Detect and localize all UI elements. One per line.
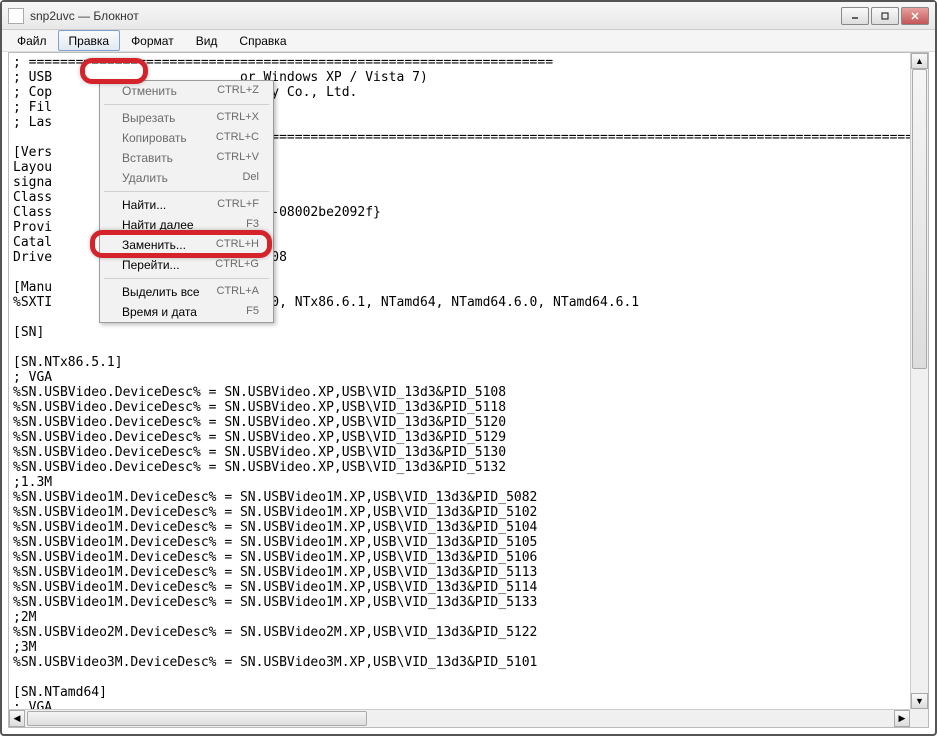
- dropdown-label: Найти далее: [122, 218, 194, 232]
- window-title: snp2uvc — Блокнот: [30, 9, 841, 23]
- dropdown-label: Отменить: [122, 84, 177, 98]
- dropdown-item: Удалить Del: [100, 168, 273, 188]
- maximize-button[interactable]: [871, 7, 899, 25]
- dropdown-item: Отменить CTRL+Z: [100, 81, 273, 101]
- dropdown-shortcut: CTRL+G: [215, 258, 259, 272]
- scroll-left-icon[interactable]: ◀: [9, 710, 25, 727]
- dropdown-item[interactable]: Перейти... CTRL+G: [100, 255, 273, 275]
- dropdown-shortcut: CTRL+C: [216, 131, 259, 145]
- dropdown-shortcut: Del: [242, 171, 259, 185]
- vscroll-thumb[interactable]: [912, 69, 927, 369]
- vscroll-track[interactable]: [911, 69, 928, 693]
- dropdown-item[interactable]: Выделить все CTRL+A: [100, 282, 273, 302]
- dropdown-shortcut: CTRL+A: [217, 285, 260, 299]
- dropdown-item[interactable]: Найти далее F3: [100, 215, 273, 235]
- scroll-corner: [910, 709, 928, 727]
- menu-format[interactable]: Формат: [120, 30, 185, 51]
- hscroll-thumb[interactable]: [27, 711, 367, 726]
- scroll-up-icon[interactable]: ▲: [911, 53, 928, 69]
- dropdown-shortcut: CTRL+X: [217, 111, 260, 125]
- edit-dropdown-menu: Отменить CTRL+Z Вырезать CTRL+X Копировать CT…: [99, 80, 274, 323]
- titlebar: snp2uvc — Блокнот: [2, 2, 935, 30]
- menu-help[interactable]: Справка: [228, 30, 297, 51]
- dropdown-shortcut: CTRL+F: [217, 198, 259, 212]
- dropdown-item[interactable]: Время и дата F5: [100, 302, 273, 322]
- dropdown-shortcut: CTRL+Z: [217, 84, 259, 98]
- dropdown-label: Перейти...: [122, 258, 180, 272]
- dropdown-label: Вырезать: [122, 111, 175, 125]
- dropdown-label: Выделить все: [122, 285, 200, 299]
- dropdown-item: Вырезать CTRL+X: [100, 108, 273, 128]
- scroll-right-icon[interactable]: ▶: [894, 710, 910, 727]
- window-controls: [841, 7, 929, 25]
- dropdown-item: Копировать CTRL+C: [100, 128, 273, 148]
- dropdown-label: Вставить: [122, 151, 173, 165]
- notepad-icon: [8, 8, 24, 24]
- dropdown-shortcut: F3: [246, 218, 259, 232]
- dropdown-item: Вставить CTRL+V: [100, 148, 273, 168]
- dropdown-shortcut: CTRL+H: [216, 238, 259, 252]
- dropdown-label: Копировать: [122, 131, 187, 145]
- menu-view[interactable]: Вид: [185, 30, 229, 51]
- minimize-button[interactable]: [841, 7, 869, 25]
- dropdown-separator: [104, 278, 269, 279]
- close-button[interactable]: [901, 7, 929, 25]
- scroll-down-icon[interactable]: ▼: [911, 693, 928, 709]
- vertical-scrollbar[interactable]: ▲ ▼: [910, 53, 928, 709]
- menu-file[interactable]: Файл: [6, 30, 58, 51]
- dropdown-item[interactable]: Заменить... CTRL+H: [100, 235, 273, 255]
- dropdown-shortcut: F5: [246, 305, 259, 319]
- dropdown-label: Заменить...: [122, 238, 186, 252]
- dropdown-item[interactable]: Найти... CTRL+F: [100, 195, 273, 215]
- menu-edit[interactable]: Правка: [58, 30, 121, 51]
- menubar: Файл Правка Формат Вид Справка: [2, 30, 935, 52]
- dropdown-separator: [104, 104, 269, 105]
- dropdown-shortcut: CTRL+V: [217, 151, 260, 165]
- dropdown-label: Найти...: [122, 198, 166, 212]
- horizontal-scrollbar[interactable]: ◀ ▶: [9, 709, 910, 727]
- dropdown-label: Удалить: [122, 171, 168, 185]
- dropdown-label: Время и дата: [122, 305, 197, 319]
- dropdown-separator: [104, 191, 269, 192]
